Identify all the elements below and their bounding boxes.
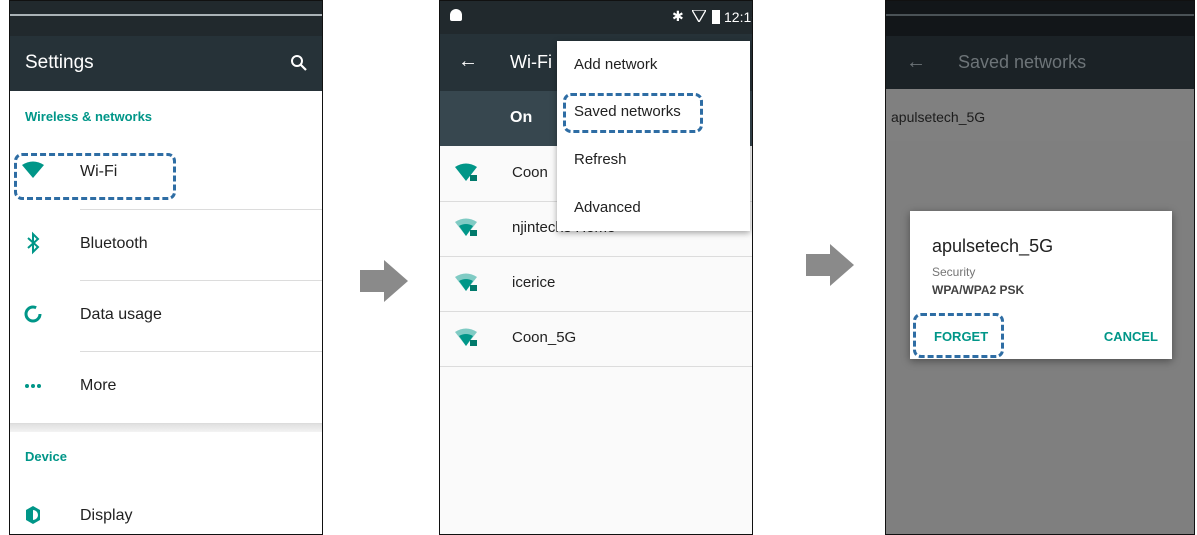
toggle-label: On: [510, 109, 533, 126]
security-label: Security: [932, 265, 976, 279]
settings-screen: Settings Wireless & networks Wi-Fi Bluet…: [9, 0, 323, 535]
network-name: Coon_5G: [512, 329, 577, 346]
section-header-wireless: Wireless & networks: [25, 109, 153, 124]
overflow-menu: Add network Saved networks Refresh Advan…: [557, 41, 750, 231]
signal-icon: [692, 10, 706, 22]
search-icon[interactable]: [290, 54, 308, 72]
menu-item-add-network[interactable]: Add network: [574, 56, 657, 73]
network-name: Coon: [512, 164, 548, 181]
wifi-locked-icon: [455, 218, 477, 236]
cancel-button[interactable]: CANCEL: [1104, 329, 1158, 344]
wifi-locked-icon: [455, 328, 477, 346]
battery-icon: [712, 10, 720, 24]
bluetooth-icon: ✱: [672, 8, 684, 24]
security-value: WPA/WPA2 PSK: [932, 283, 1025, 297]
settings-item-display[interactable]: Display: [10, 481, 322, 534]
status-bar: [886, 1, 1194, 36]
step-arrow-icon: [360, 260, 408, 302]
bluetooth-icon: [27, 231, 40, 255]
wifi-locked-icon: [455, 163, 477, 181]
page-title: Saved networks: [958, 52, 1087, 72]
menu-item-advanced[interactable]: Advanced: [574, 199, 641, 216]
data-usage-icon: [24, 305, 42, 323]
settings-item-bluetooth[interactable]: Bluetooth: [10, 209, 322, 279]
status-bar: [10, 1, 322, 36]
step-arrow-icon: [806, 244, 854, 286]
back-arrow-icon[interactable]: ←: [458, 50, 478, 73]
network-name: icerice: [512, 274, 556, 291]
settings-item-label: Bluetooth: [80, 235, 148, 252]
settings-item-more[interactable]: More: [10, 351, 322, 421]
highlight-forget: [913, 313, 1004, 358]
page-title: Settings: [25, 52, 94, 73]
menu-item-refresh[interactable]: Refresh: [574, 151, 627, 168]
dialog-title: apulsetech_5G: [932, 236, 1054, 256]
back-arrow-icon[interactable]: ←: [906, 51, 926, 74]
settings-item-label: Display: [80, 507, 133, 524]
network-name: apulsetech_5G: [891, 109, 986, 125]
settings-item-label: More: [80, 377, 117, 394]
status-bar: ✱ 12:16: [440, 1, 752, 34]
saved-networks-screen: ← Saved networks apulsetech_5G apulsetec…: [885, 0, 1195, 535]
android-icon: [450, 9, 462, 21]
network-item[interactable]: Coon_5G: [440, 311, 752, 366]
page-title: Wi-Fi: [510, 52, 552, 72]
settings-item-data-usage[interactable]: Data usage: [10, 280, 322, 350]
more-icon: [25, 384, 41, 388]
section-header-device: Device: [25, 449, 67, 464]
wifi-locked-icon: [455, 273, 477, 291]
network-item[interactable]: icerice: [440, 256, 752, 311]
saved-network-item[interactable]: apulsetech_5G: [886, 89, 1194, 141]
wifi-screen: ✱ 12:16 ← Wi-Fi On Coon njintechs Home: [439, 0, 753, 535]
highlight-saved-networks: [563, 93, 703, 133]
settings-item-label: Data usage: [80, 306, 162, 323]
app-bar: Settings: [10, 36, 322, 91]
status-time: 12:16: [724, 9, 752, 25]
highlight-wifi: [14, 153, 176, 200]
display-icon: [26, 506, 40, 524]
app-bar: ← Saved networks: [886, 36, 1194, 89]
